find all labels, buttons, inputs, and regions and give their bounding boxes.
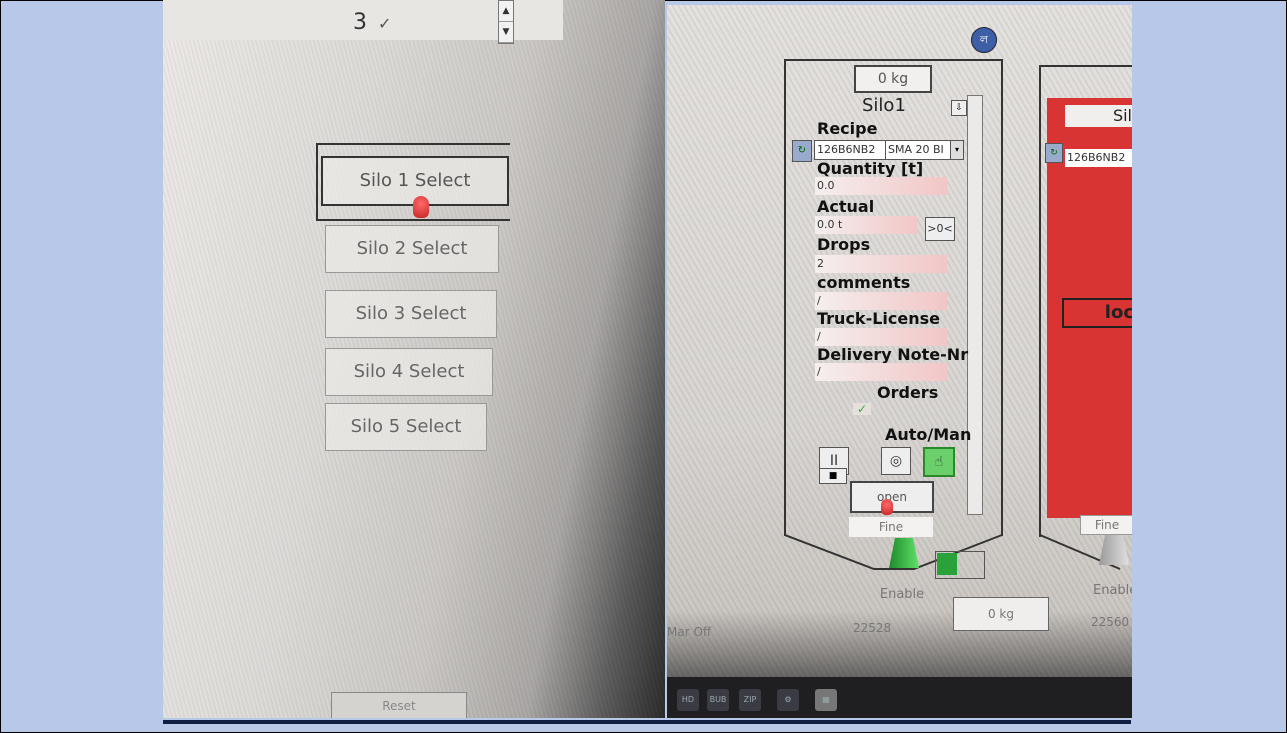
bub-icon[interactable]: BUB: [707, 689, 729, 711]
truck-license-field[interactable]: /: [815, 328, 947, 346]
recipe-code-field[interactable]: 126B6NB2: [814, 140, 886, 160]
refresh-icon[interactable]: ↻: [792, 140, 812, 162]
quantity-label: Quantity [t]: [817, 159, 924, 178]
orders-label: Orders: [877, 383, 939, 402]
silo1-scrollbar[interactable]: [967, 95, 983, 515]
silo2-recipe-code-field[interactable]: 126B6NB2: [1065, 149, 1132, 167]
silo2-enable-button[interactable]: Enable: [1093, 583, 1132, 598]
auto-man-label: Auto/Man: [885, 425, 972, 444]
silo2-counter: 22560: [1091, 615, 1130, 629]
silo1-counter: 22528: [853, 621, 892, 635]
comments-field[interactable]: /: [815, 292, 947, 310]
enable-button[interactable]: Enable: [857, 583, 947, 607]
mar-off-label: Mar Off: [667, 625, 712, 639]
status-indicator: [937, 553, 957, 575]
comments-label: comments: [817, 273, 911, 292]
check-icon: ✓: [378, 14, 392, 33]
fine-button[interactable]: Fine: [849, 517, 933, 537]
recipe-name-select[interactable]: SMA 20 BI: [885, 140, 951, 160]
silo2-title: Sil: [1065, 105, 1132, 127]
actual-label: Actual: [817, 197, 875, 216]
actual-value: 0.0 t: [815, 216, 917, 234]
stop-button[interactable]: ■: [819, 468, 847, 484]
delivery-note-field[interactable]: /: [815, 363, 947, 381]
arrow-up-icon[interactable]: ▲: [499, 1, 513, 22]
zip-icon[interactable]: ZIP: [739, 689, 761, 711]
hd-icon[interactable]: HD: [677, 689, 699, 711]
silo1-title: Silo1: [862, 95, 906, 116]
reset-button[interactable]: Reset: [331, 692, 467, 718]
delivery-note-label: Delivery Note-Nr: [817, 345, 969, 364]
left-photo: 3 ✓ ▲ ▼ Silo 1 Select Silo 2 Select Silo…: [163, 0, 665, 718]
quantity-field[interactable]: 0.0: [815, 177, 947, 195]
right-photo: ল 0 kg Silo1 ⇩ Recipe ↻ 126B6NB2 SMA 20 …: [667, 5, 1132, 718]
silo-3-select-button[interactable]: Silo 3 Select: [325, 290, 497, 338]
qr-icon[interactable]: ▦: [815, 689, 837, 711]
silo2-fine-button[interactable]: Fine: [1080, 515, 1132, 535]
top-value: 3: [353, 10, 367, 35]
drops-label: Drops: [817, 235, 871, 254]
settings-icon[interactable]: ⚙: [777, 689, 799, 711]
auto-mode-button[interactable]: ◎: [881, 447, 911, 475]
silo-2-select-button[interactable]: Silo 2 Select: [325, 225, 499, 273]
bottom-rule: [163, 720, 1131, 724]
taskbar: HD BUB ZIP ⚙ ▦: [667, 677, 1132, 718]
touch-pointer-icon: [413, 196, 429, 218]
recipe-label: Recipe: [817, 119, 878, 138]
refresh-icon[interactable]: ↻: [1045, 143, 1063, 163]
manual-mode-button[interactable]: ☝: [923, 447, 955, 477]
silo1-weight-display: 0 kg: [854, 65, 932, 93]
logo-icon[interactable]: ল: [971, 27, 997, 53]
tare-button[interactable]: >0<: [925, 217, 955, 241]
drops-field[interactable]: 2: [815, 255, 947, 273]
silo-4-select-button[interactable]: Silo 4 Select: [325, 348, 493, 396]
truck-license-label: Truck-License: [817, 309, 940, 328]
chevron-down-icon[interactable]: ▾: [950, 140, 964, 160]
arrow-down-icon[interactable]: ▼: [499, 22, 513, 43]
scroll-arrows[interactable]: ▲ ▼: [498, 0, 514, 44]
silo-5-select-button[interactable]: Silo 5 Select: [325, 403, 487, 451]
touch-pointer-icon: [881, 499, 893, 515]
pin-icon[interactable]: ⇩: [951, 100, 967, 116]
scale-weight-display: 0 kg: [953, 597, 1049, 631]
orders-check-icon[interactable]: ✓: [853, 403, 871, 415]
silo2-locked-label: loc: [1062, 298, 1132, 328]
